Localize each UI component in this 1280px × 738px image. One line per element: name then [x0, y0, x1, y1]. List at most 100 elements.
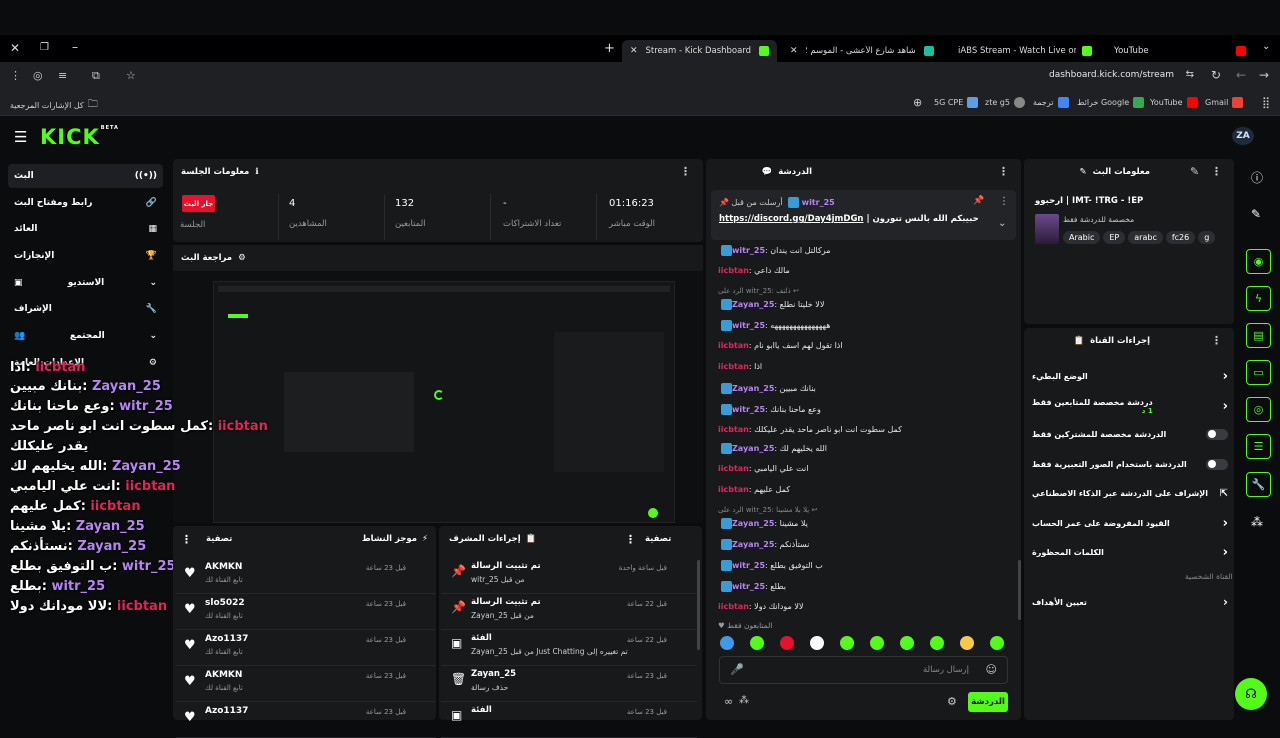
chat-message[interactable]: iicbtan: كمل سطوت انت ابو ناصر ماحد يقدر…: [718, 425, 1008, 434]
chat-message[interactable]: Zayan_25: نستأذنكم: [718, 539, 1008, 550]
channel-action-row[interactable]: الوضع البطيء ›: [1026, 362, 1234, 390]
stream-tag[interactable]: g: [1198, 231, 1216, 244]
apps-icon[interactable]: ⁂: [739, 695, 749, 706]
emote-icon[interactable]: [750, 636, 764, 650]
sidebar-item-revenue[interactable]: ▦ العائد: [8, 217, 163, 241]
activity-row[interactable]: ♥ Azo1137 تابع القناة لك قبل 23 ساعة: [176, 630, 436, 666]
sidebar-item-moderation[interactable]: 🔧 الإشراف: [8, 297, 163, 321]
set-goals-row[interactable]: تعيين الأهداف ›: [1026, 588, 1234, 616]
emote-icon[interactable]: [810, 636, 824, 650]
chat-message[interactable]: iicbtan: مالك داعي: [718, 266, 1008, 275]
channel-action-row[interactable]: القيود المفروضة على عمر الحساب ›: [1026, 509, 1234, 537]
minimize-window-icon[interactable]: –: [72, 40, 78, 54]
url-field[interactable]: dashboard.kick.com/stream ⇆: [145, 66, 1200, 87]
filter-button[interactable]: تصفية: [645, 534, 671, 544]
chat-message[interactable]: iicbtan: كمل عليهم: [718, 485, 1008, 494]
bookmark-star-icon[interactable]: ☆: [126, 69, 136, 82]
hamburger-menu-icon[interactable]: ☰: [14, 128, 27, 146]
send-chat-button[interactable]: الدردشة: [968, 692, 1008, 712]
reading-list-icon[interactable]: ≡: [58, 69, 67, 82]
apps-icon[interactable]: ⁂: [1251, 515, 1263, 529]
rail-notes-button[interactable]: ▤: [1246, 323, 1271, 348]
sidebar-item-achievements[interactable]: 🏆 الإنجازات: [8, 244, 163, 268]
chat-input[interactable]: 🎤 إرسال رسالة ☺: [719, 656, 1008, 684]
rail-camera-button[interactable]: ◉: [1246, 249, 1271, 274]
sidebar-item-studio[interactable]: ⌄ الاستديو ▣: [8, 271, 163, 295]
extensions-icon[interactable]: ⧉: [92, 69, 100, 83]
chat-message[interactable]: witr_25: هههههههههههههههه: [718, 320, 1008, 331]
bookmark-translate[interactable]: ترجمة: [1033, 97, 1069, 108]
profile-icon[interactable]: ◎: [33, 69, 43, 82]
mic-icon[interactable]: 🎤: [730, 663, 744, 676]
channel-action-row[interactable]: دردشة مخصصة للمتابعين فقط 1 د ›: [1026, 392, 1234, 420]
sidebar-item-stream-key[interactable]: 🔗 رابط ومفتاح البث: [8, 191, 163, 215]
menu-icon[interactable]: ⋮: [10, 69, 21, 82]
emote-icon[interactable]: [840, 636, 854, 650]
close-tab-icon[interactable]: ✕: [630, 46, 638, 56]
bookmark-zte[interactable]: zte g5: [985, 97, 1025, 108]
rail-sliders-button[interactable]: ☰: [1246, 434, 1271, 459]
bookmark-gmail[interactable]: Gmail: [1205, 97, 1244, 108]
emote-icon[interactable]: [870, 636, 884, 650]
kick-logo[interactable]: KICKBETA: [40, 125, 119, 149]
more-options-icon[interactable]: ⋮: [181, 533, 192, 546]
rail-chat-button[interactable]: ▭: [1246, 360, 1271, 385]
chat-message[interactable]: iicbtan: لالا مودانك دولا: [718, 602, 1008, 611]
rail-bolt-button[interactable]: ϟ: [1246, 286, 1271, 311]
sidebar-item-stream[interactable]: ((•)) البث: [8, 164, 163, 188]
emote-icon[interactable]: [990, 636, 1004, 650]
mod-action-row[interactable]: 🗑 Zayan_25 حذف رسالة قبل 23 ساعة: [441, 666, 697, 702]
chat-message[interactable]: iicbtan: اذا تقول لهم اسف ياابو نام: [718, 341, 1008, 350]
chat-message[interactable]: witr_25: ب التوفيق بطلع: [718, 560, 1008, 571]
pinned-message[interactable]: witr_25 أرسلت من قبل 📌 حبيبكم الله بالنس…: [711, 190, 1016, 240]
globe-icon[interactable]: ⊕: [913, 96, 922, 109]
reload-icon[interactable]: ↻: [1211, 68, 1221, 82]
emote-icon[interactable]: [780, 636, 794, 650]
sidebar-item-community[interactable]: ⌄ المجتمع 👥: [8, 324, 163, 348]
apps-grid-icon[interactable]: ⣿: [1262, 96, 1270, 109]
new-tab-button[interactable]: +: [604, 41, 615, 56]
close-window-icon[interactable]: ✕: [10, 41, 20, 55]
toggle-switch[interactable]: [1206, 458, 1228, 470]
avatar[interactable]: ZA: [1232, 127, 1254, 145]
back-icon[interactable]: →: [1259, 68, 1269, 82]
channel-action-row[interactable]: الكلمات المحظورة ›: [1026, 538, 1234, 566]
tab-youtube[interactable]: YouTube: [1106, 40, 1254, 62]
chat-message[interactable]: witr_25: بطلع: [718, 581, 1008, 592]
filter-button[interactable]: تصفية: [206, 534, 232, 544]
emoji-icon[interactable]: ☺: [986, 663, 997, 676]
stream-tag[interactable]: arabc: [1128, 231, 1163, 244]
rail-live-button[interactable]: ◎: [1246, 397, 1271, 422]
chat-message[interactable]: Zayan_25: يلا مشينا: [718, 518, 1008, 529]
stream-tag[interactable]: fc26: [1165, 231, 1196, 244]
more-options-icon[interactable]: ⋮: [998, 165, 1009, 178]
chat-message[interactable]: Zayan_25: الله يخليهم لك: [718, 443, 1008, 454]
mod-actions-scrollbar[interactable]: [697, 560, 700, 650]
bookmark-maps[interactable]: خرائط Google: [1077, 97, 1145, 108]
activity-row[interactable]: ♥ Azo1137 قبل 23 ساعة: [176, 702, 436, 738]
bookmark-5gcpe[interactable]: 5G CPE: [934, 97, 979, 108]
emote-icon[interactable]: [900, 636, 914, 650]
chat-scrollbar[interactable]: [1018, 560, 1021, 620]
emote-icon[interactable]: [930, 636, 944, 650]
channel-action-row[interactable]: الدردشة باستخدام الصور التعبيرية فقط: [1026, 450, 1234, 478]
mod-action-row[interactable]: ▣ الفئة قبل 23 ساعة: [441, 702, 697, 738]
stream-preview-video[interactable]: [213, 281, 675, 523]
emote-icon[interactable]: [720, 636, 734, 650]
stream-tag[interactable]: Arabic: [1063, 231, 1101, 244]
more-options-icon[interactable]: ⋮: [680, 165, 691, 178]
unpin-icon[interactable]: 📌: [973, 196, 984, 206]
tab-search-icon[interactable]: ⌄: [1262, 41, 1270, 52]
more-options-icon[interactable]: ⋮: [625, 533, 636, 546]
activity-row[interactable]: ♥ AKMKN تابع القناة لك قبل 23 ساعة: [176, 558, 436, 594]
chat-message[interactable]: Zayan_25: بنانك مبيين: [718, 383, 1008, 394]
chat-message[interactable]: witr_25: وعع ماحنا بنانك: [718, 404, 1008, 415]
tab-kick-dashboard[interactable]: ✕ Stream - Kick Dashboard: [622, 40, 777, 62]
tab-shahid[interactable]: ✕ شاهد شارع الأعشى - الموسم 2 |: [782, 40, 942, 62]
chat-message[interactable]: iicbtan: انت علي اليامبي: [718, 464, 1008, 473]
toggle-switch[interactable]: [1206, 428, 1228, 440]
all-bookmarks[interactable]: كل الإشارات المرجعية 🗀: [10, 97, 98, 114]
more-options-icon[interactable]: ⋮: [1211, 165, 1222, 178]
site-settings-icon[interactable]: ⇆: [1186, 69, 1194, 80]
mod-action-row[interactable]: 📌 تم تثبيت الرسالة من قبل witr_25 قبل ساعة …: [441, 558, 697, 594]
